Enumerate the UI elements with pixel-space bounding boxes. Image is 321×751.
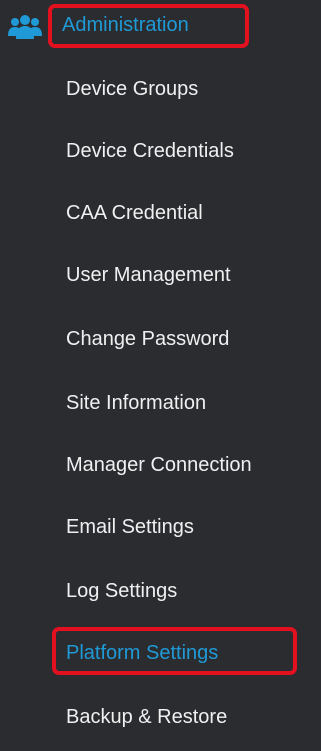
nav-item-caa-credential[interactable]: CAA Credential [66,198,203,228]
sidebar-nav: Administration Device Groups Device Cred… [0,0,321,751]
nav-item-manager-connection[interactable]: Manager Connection [66,450,252,480]
users-icon [8,14,42,40]
nav-item-platform-settings[interactable]: Platform Settings [66,638,218,668]
administration-section-header[interactable]: Administration [0,0,321,54]
administration-label: Administration [62,14,189,36]
nav-item-backup-restore[interactable]: Backup & Restore [66,702,227,732]
nav-item-email-settings[interactable]: Email Settings [66,512,194,542]
nav-item-site-information[interactable]: Site Information [66,388,206,418]
nav-item-log-settings[interactable]: Log Settings [66,576,177,606]
nav-item-change-password[interactable]: Change Password [66,324,229,354]
nav-item-device-credentials[interactable]: Device Credentials [66,136,234,166]
nav-item-user-management[interactable]: User Management [66,260,231,290]
nav-item-device-groups[interactable]: Device Groups [66,74,198,104]
